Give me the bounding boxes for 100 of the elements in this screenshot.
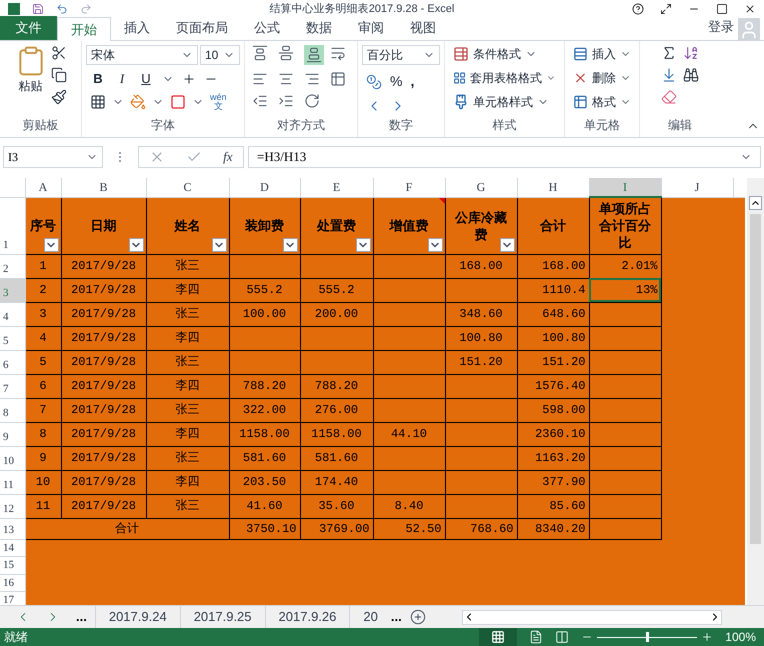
merge-icon[interactable] <box>330 71 346 87</box>
sign-in-link[interactable]: 登录 <box>708 16 734 36</box>
save-icon[interactable] <box>32 2 44 14</box>
column-header[interactable]: C <box>146 178 229 197</box>
scroll-thumb[interactable] <box>750 214 761 544</box>
more-sheets-button[interactable]: ... <box>76 607 87 627</box>
fill-down-icon[interactable] <box>661 67 677 83</box>
close-icon[interactable] <box>744 2 756 14</box>
maximize-icon[interactable] <box>716 2 728 14</box>
row-header[interactable]: 13 <box>0 518 25 539</box>
font-color-icon[interactable] <box>170 94 186 110</box>
help-icon[interactable] <box>632 2 644 14</box>
italic-button[interactable]: I <box>114 69 130 88</box>
zoom-slider[interactable] <box>597 632 698 642</box>
row-header[interactable]: 12 <box>0 494 25 518</box>
indent-decrease-icon[interactable] <box>252 93 268 109</box>
active-cell[interactable]: 13% <box>589 278 661 302</box>
column-header[interactable]: B <box>61 178 146 197</box>
column-header[interactable]: D <box>229 178 300 197</box>
column-header[interactable]: J <box>661 178 733 197</box>
align-right-icon[interactable] <box>304 71 320 87</box>
orientation-icon[interactable] <box>304 93 320 109</box>
ribbon-tab[interactable]: 插入 <box>111 16 163 40</box>
row-header[interactable]: 8 <box>0 398 25 422</box>
add-sheet-icon[interactable] <box>410 609 426 625</box>
style-menu-button[interactable]: 套用表格格式 <box>453 69 556 87</box>
row-header[interactable]: 9 <box>0 422 25 446</box>
column-header[interactable]: E <box>300 178 373 197</box>
copy-icon[interactable] <box>50 67 66 83</box>
column-header[interactable]: A <box>25 178 61 197</box>
row-header[interactable]: 10 <box>0 446 25 470</box>
phonetic-button[interactable]: wén 文 <box>210 92 227 110</box>
eraser-icon[interactable] <box>661 89 677 105</box>
formula-field[interactable]: =H3/H13 <box>248 146 761 168</box>
column-header[interactable]: G <box>445 178 517 197</box>
rows-icon[interactable] <box>573 46 588 62</box>
table-icon[interactable] <box>573 94 588 110</box>
find-icon[interactable] <box>683 67 699 83</box>
ribbon-display-icon[interactable] <box>660 2 672 14</box>
zoom-in-icon[interactable] <box>701 631 714 643</box>
undo-icon[interactable] <box>56 2 68 14</box>
row-header[interactable]: 6 <box>0 350 25 374</box>
row-header[interactable]: 2 <box>0 254 25 278</box>
comma-button[interactable]: , <box>410 71 414 92</box>
fill-color-icon[interactable] <box>130 94 146 110</box>
grow-font-icon[interactable] <box>182 72 196 86</box>
align-middle-icon[interactable] <box>278 45 294 61</box>
grid-icon[interactable] <box>491 630 506 644</box>
font-size-dropdown[interactable]: 10 <box>200 45 240 65</box>
ribbon-tab[interactable]: 审阅 <box>345 16 397 40</box>
scissors-icon[interactable] <box>50 45 66 61</box>
paste-button[interactable]: 粘贴 <box>14 45 46 95</box>
row-header[interactable]: 5 <box>0 326 25 350</box>
cells-menu-button[interactable]: 格式 <box>573 93 631 111</box>
ribbon-tab[interactable]: 数据 <box>293 16 345 40</box>
column-header[interactable]: H <box>517 178 589 197</box>
currency-icon[interactable] <box>366 74 382 90</box>
row-header[interactable]: 17 <box>0 592 25 605</box>
sort-icon[interactable] <box>683 45 699 61</box>
cells-menu-button[interactable]: 插入 <box>573 45 631 63</box>
align-center-icon[interactable] <box>278 71 294 87</box>
row-header[interactable]: 11 <box>0 470 25 494</box>
row-header[interactable]: 1 <box>0 197 25 254</box>
more-sheets-button[interactable]: ... <box>390 607 402 627</box>
ribbon-tab[interactable]: 页面布局 <box>163 16 241 40</box>
zoom-percent[interactable]: 100% <box>725 628 756 646</box>
font-name-dropdown[interactable]: 宋体 <box>86 45 198 65</box>
redo-icon[interactable] <box>80 2 92 14</box>
normal-view-button[interactable] <box>479 628 518 646</box>
cells-menu-button[interactable]: 删除 <box>573 69 631 87</box>
name-box[interactable]: I3 <box>3 146 103 168</box>
wrap-text-icon[interactable] <box>330 45 346 61</box>
ribbon-tab[interactable]: 公式 <box>241 16 293 40</box>
insert-function-button[interactable]: fx <box>223 147 233 167</box>
page-layout-icon[interactable] <box>529 630 544 644</box>
style-menu-button[interactable]: 条件格式 <box>453 45 556 63</box>
ribbon-tab[interactable]: 视图 <box>397 16 449 40</box>
brush-icon[interactable] <box>453 94 469 110</box>
column-header[interactable]: F <box>373 178 445 197</box>
row-header[interactable]: 16 <box>0 574 25 592</box>
table-icon[interactable] <box>453 46 469 62</box>
file-tab[interactable]: 文件 <box>0 16 57 40</box>
row-header[interactable]: 7 <box>0 374 25 398</box>
bold-button[interactable]: B <box>90 69 106 88</box>
paintbrush-icon[interactable] <box>50 89 66 105</box>
indent-increase-icon[interactable] <box>278 93 294 109</box>
style-menu-button[interactable]: 单元格样式 <box>453 93 556 111</box>
grid-icon[interactable] <box>453 70 466 86</box>
row-header[interactable]: 15 <box>0 556 25 574</box>
ribbon-tab[interactable]: 开始 <box>57 17 111 41</box>
number-format-dropdown[interactable]: 百分比 <box>362 45 440 65</box>
page-break-icon[interactable] <box>555 630 570 644</box>
row-header[interactable]: 14 <box>0 539 25 556</box>
column-header[interactable]: I <box>589 178 661 197</box>
percent-button[interactable]: % <box>390 71 402 92</box>
horizontal-scrollbar[interactable] <box>462 610 722 624</box>
align-top-icon[interactable] <box>252 45 268 61</box>
align-left-icon[interactable] <box>252 71 268 87</box>
zoom-thumb[interactable] <box>646 632 650 642</box>
underline-button[interactable]: U <box>138 69 154 88</box>
